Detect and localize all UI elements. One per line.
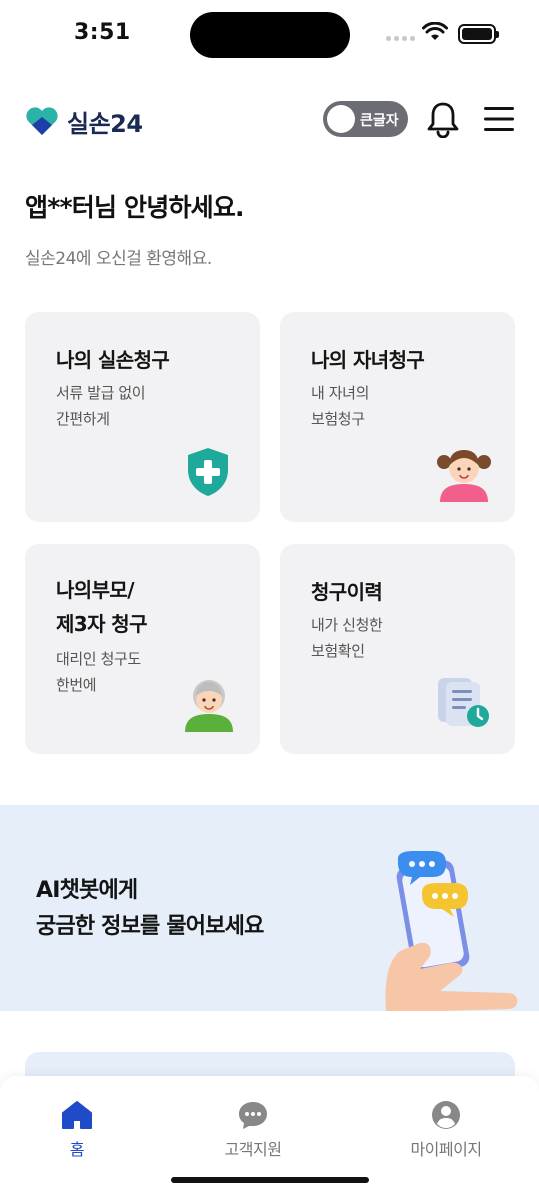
banner-line2: 궁금한 정보를 물어보세요 — [36, 914, 264, 939]
my-claim-card[interactable]: 나의 실손청구 서류 발급 없이 간편하게 — [25, 312, 260, 522]
card-title-line2: 제3자 청구 — [56, 612, 147, 636]
greeting-title: 앱**터님 안녕하세요. — [25, 193, 245, 222]
heart-logo-icon — [26, 106, 58, 135]
bigtext-toggle[interactable]: 큰글자 — [323, 101, 408, 137]
ai-chatbot-banner[interactable]: AI챗봇에게 궁금한 정보를 물어보세요 — [0, 805, 539, 1011]
card-desc-line2: 보험청구 — [311, 410, 365, 428]
app-header: 실손24 큰글자 — [0, 96, 539, 144]
card-desc-line1: 서류 발급 없이 — [56, 384, 146, 402]
claim-history-card[interactable]: 청구이력 내가 신청한 보험확인 — [280, 544, 515, 754]
logo-text: 실손24 — [67, 110, 143, 138]
app-logo[interactable]: 실손24 — [25, 104, 143, 139]
card-desc-line1: 대리인 청구도 — [56, 650, 141, 668]
grandparent-icon — [185, 680, 233, 732]
phone-chat-icon — [385, 851, 518, 1011]
child-icon — [437, 450, 491, 502]
bottom-nav: 홈 고객지원 마이페이지 — [0, 1076, 539, 1186]
card-desc-line2: 보험확인 — [311, 642, 365, 660]
card-desc-line2: 한번에 — [56, 676, 97, 694]
home-icon — [62, 1101, 92, 1129]
nav-customer-support[interactable]: 고객지원 — [193, 1100, 313, 1160]
nav-home[interactable]: 홈 — [17, 1100, 137, 1160]
wifi-icon — [422, 22, 448, 40]
nav-mypage[interactable]: 마이페이지 — [386, 1100, 506, 1160]
parent-thirdparty-claim-card[interactable]: 나의부모/ 제3자 청구 대리인 청구도 한번에 — [25, 544, 260, 754]
shield-plus-icon — [188, 448, 228, 496]
status-time: 3:51 — [74, 20, 131, 45]
card-title: 청구이력 — [311, 580, 383, 604]
toggle-knob — [327, 105, 355, 133]
child-claim-card[interactable]: 나의 자녀청구 내 자녀의 보험청구 — [280, 312, 515, 522]
banner-line1: AI챗봇에게 — [36, 878, 138, 903]
battery-icon — [458, 24, 499, 44]
nav-support-label: 고객지원 — [224, 1140, 282, 1159]
bigtext-label: 큰글자 — [360, 113, 399, 129]
status-bar: 3:51 — [0, 0, 539, 70]
hamburger-menu-icon[interactable] — [484, 106, 514, 132]
card-title: 나의 자녀청구 — [311, 348, 425, 372]
banner-text: AI챗봇에게 궁금한 정보를 물어보세요 — [36, 873, 264, 945]
card-title: 나의 실손청구 — [56, 348, 170, 372]
cellular-signal-icon — [386, 36, 415, 41]
card-desc-line2: 간편하게 — [56, 410, 110, 428]
nav-home-label: 홈 — [69, 1140, 85, 1159]
user-circle-icon — [432, 1101, 460, 1129]
chat-bubble-icon — [239, 1102, 267, 1129]
greeting-subtitle: 실손24에 오신걸 환영해요. — [25, 249, 212, 269]
card-title-line1: 나의부모/ — [56, 578, 135, 602]
card-desc-line1: 내 자녀의 — [311, 384, 369, 402]
nav-mypage-label: 마이페이지 — [410, 1140, 482, 1159]
document-clock-icon — [438, 678, 489, 727]
home-indicator — [171, 1177, 369, 1183]
bell-icon[interactable] — [426, 100, 460, 138]
card-desc-line1: 내가 신청한 — [311, 616, 383, 634]
dynamic-island — [190, 12, 350, 58]
